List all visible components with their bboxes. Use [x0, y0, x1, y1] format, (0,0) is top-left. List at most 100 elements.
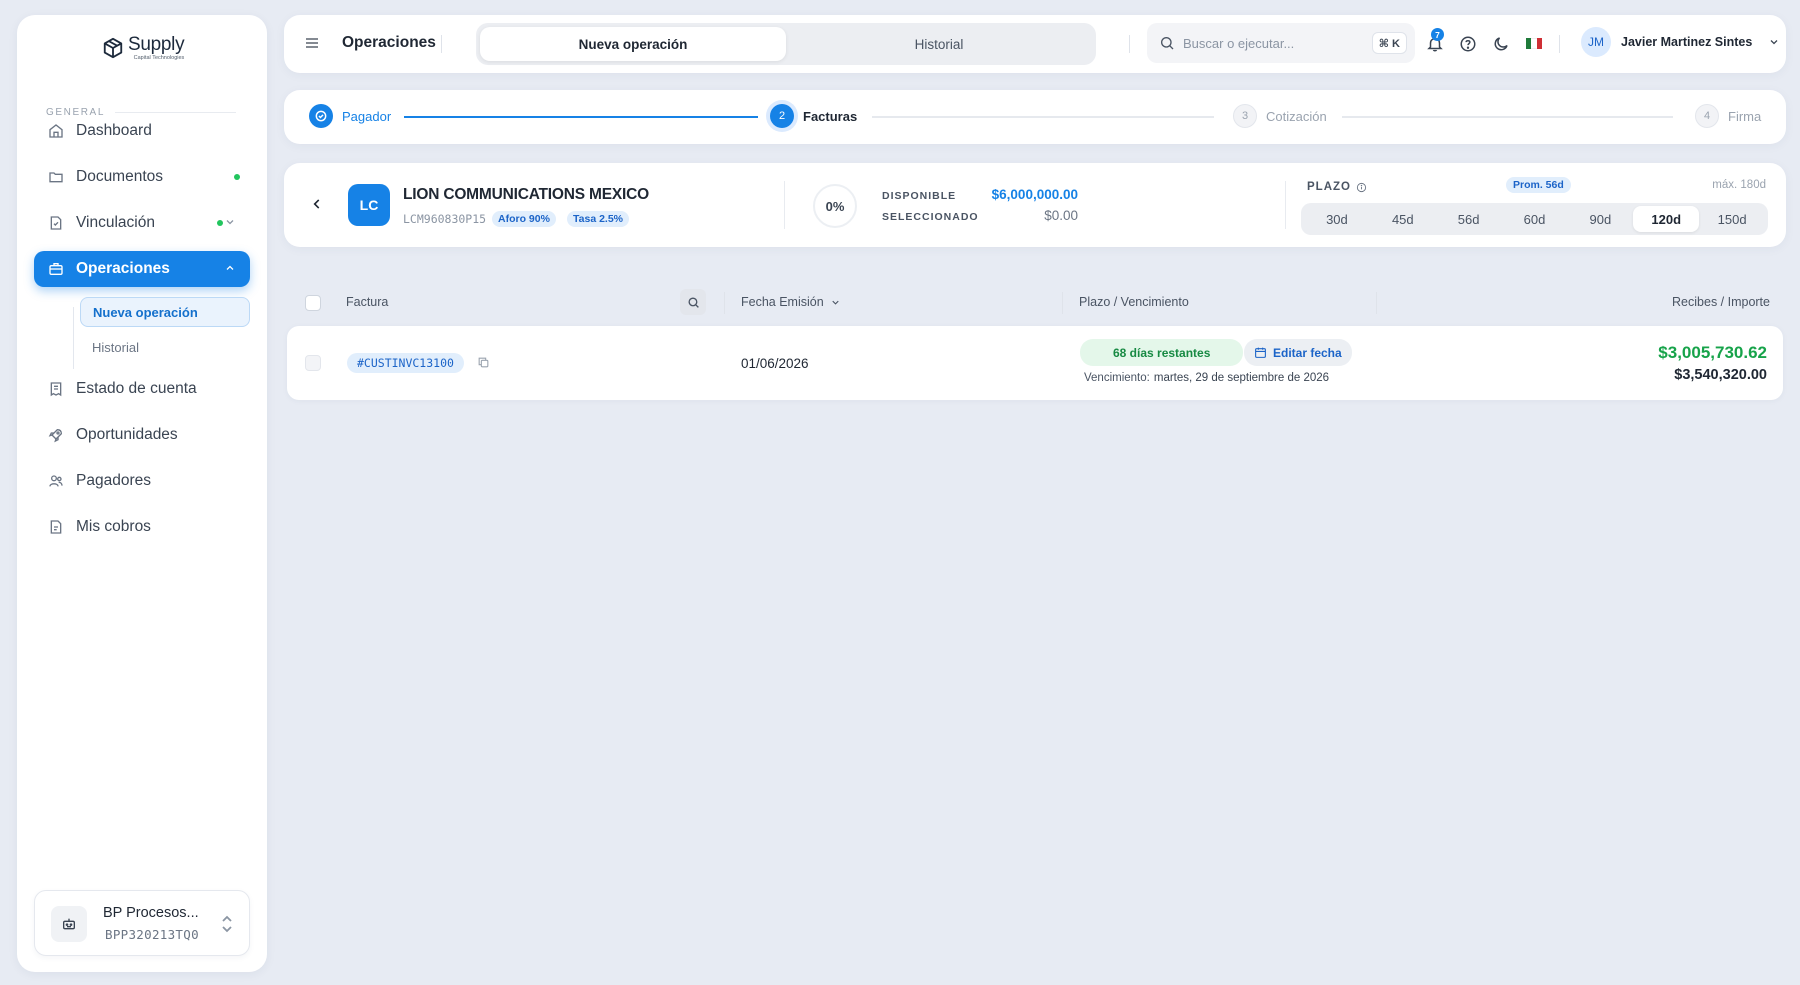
check-circle-icon [309, 104, 333, 128]
sidebar-item-dashboard[interactable]: Dashboard [34, 113, 250, 149]
step-connector [872, 116, 1214, 118]
plazo-selector: 30d 45d 56d 60d 90d 120d 150d [1301, 203, 1768, 235]
plazo-option-30d[interactable]: 30d [1304, 206, 1370, 232]
briefcase-icon [48, 261, 64, 277]
shortcut-hint: ⌘ K [1371, 32, 1407, 54]
plazo-option-60d[interactable]: 60d [1502, 206, 1568, 232]
row-checkbox[interactable] [305, 355, 321, 371]
sidebar-item-pagadores[interactable]: Pagadores [34, 463, 250, 499]
days-remaining-badge: 68 días restantes [1080, 339, 1244, 366]
operation-tabs: Nueva operación Historial [476, 23, 1096, 65]
plazo-max: máx. 180d [1712, 179, 1766, 191]
plazo-option-120d[interactable]: 120d [1633, 206, 1700, 232]
column-divider [724, 292, 725, 314]
sidebar-item-label: Oportunidades [76, 426, 178, 443]
plazo-option-45d[interactable]: 45d [1370, 206, 1436, 232]
step-number: 4 [1695, 104, 1719, 128]
plazo-average-badge: Prom. 56d [1506, 177, 1571, 193]
step-number: 3 [1233, 104, 1257, 128]
progress-stepper: Pagador 2 Facturas 3 Cotización 4 Firma [284, 90, 1786, 144]
aforo-badge: Aforo 90% [492, 211, 556, 227]
status-dot [234, 174, 240, 180]
select-all-checkbox[interactable] [305, 295, 321, 311]
divider [441, 35, 442, 53]
info-icon[interactable] [1356, 182, 1367, 193]
gross-amount: $3,540,320.00 [1674, 367, 1767, 383]
receipt-icon [48, 381, 64, 397]
table-row[interactable]: #CUSTINVC13100 01/06/2026 68 días restan… [287, 326, 1783, 400]
chevron-up-icon [226, 265, 234, 270]
step-cotizacion[interactable]: 3 Cotización [1233, 104, 1327, 128]
tab-historial[interactable]: Historial [786, 27, 1092, 61]
subnav-item-nueva-operacion[interactable]: Nueva operación [80, 297, 250, 327]
home-icon [48, 123, 64, 139]
chevron-updown-icon [222, 915, 232, 933]
subnav-item-historial[interactable]: Historial [80, 332, 250, 362]
account-name: BP Procesos... [103, 905, 199, 921]
disponible-label: DISPONIBLE [882, 190, 957, 202]
chevron-left-icon[interactable] [310, 197, 324, 211]
issue-date: 01/06/2026 [741, 356, 809, 371]
user-menu[interactable]: JM Javier Martinez Sintes [1581, 27, 1780, 57]
step-label: Firma [1728, 108, 1762, 124]
mexico-flag-icon[interactable] [1526, 38, 1542, 49]
payer-avatar: LC [348, 184, 390, 226]
document-icon [48, 519, 64, 535]
step-pagador[interactable]: Pagador [309, 104, 391, 128]
folder-icon [48, 169, 64, 185]
chevron-down-icon [226, 220, 234, 225]
chevron-down-icon [832, 300, 839, 305]
logo[interactable]: Supply Capital Technologies [102, 35, 185, 62]
net-amount: $3,005,730.62 [1658, 343, 1767, 362]
calendar-icon [1255, 347, 1266, 358]
step-firma[interactable]: 4 Firma [1695, 104, 1761, 128]
menu-icon[interactable] [304, 35, 320, 51]
selection-percent-ring: 0% [813, 184, 857, 228]
sidebar-item-vinculacion[interactable]: Vinculación [34, 205, 250, 241]
top-bar: Operaciones Nueva operación Historial ⌘ … [284, 15, 1786, 73]
disponible-value: $6,000,000.00 [991, 187, 1078, 202]
edit-date-button[interactable]: Editar fecha [1244, 339, 1352, 366]
column-header-importe[interactable]: Recibes / Importe [1672, 295, 1770, 309]
seleccionado-value: $0.00 [1044, 208, 1078, 223]
step-facturas[interactable]: 2 Facturas [770, 104, 857, 128]
divider [1285, 181, 1286, 229]
sidebar-item-mis-cobros[interactable]: Mis cobros [34, 509, 250, 545]
sidebar-item-oportunidades[interactable]: Oportunidades [34, 417, 250, 453]
search-icon[interactable] [680, 289, 706, 315]
step-connector [1342, 116, 1673, 118]
sidebar-item-estado-de-cuenta[interactable]: Estado de cuenta [34, 371, 250, 407]
sidebar-item-operaciones[interactable]: Operaciones [34, 251, 250, 287]
sidebar-item-documentos[interactable]: Documentos [34, 159, 250, 195]
account-switcher[interactable]: BP Procesos... BPP320213TQ0 [34, 890, 250, 956]
status-dot [217, 220, 223, 226]
user-name: Javier Martinez Sintes [1621, 35, 1753, 49]
sidebar-item-label: Pagadores [76, 472, 151, 489]
cube-logo-icon [103, 38, 123, 59]
notification-badge: 7 [1431, 28, 1444, 41]
plazo-option-90d[interactable]: 90d [1567, 206, 1633, 232]
tasa-badge: Tasa 2.5% [567, 211, 630, 227]
column-header-factura[interactable]: Factura [346, 295, 388, 309]
users-icon [48, 473, 64, 489]
payer-name: LION COMMUNICATIONS MEXICO [403, 186, 649, 203]
subnav-guide [73, 307, 74, 369]
sidebar-item-label: Mis cobros [76, 518, 151, 535]
payer-summary-card: LC LION COMMUNICATIONS MEXICO LCM960830P… [284, 163, 1786, 247]
rocket-icon [48, 427, 64, 443]
help-icon[interactable] [1459, 35, 1477, 53]
column-header-fecha[interactable]: Fecha Emisión [741, 295, 841, 309]
moon-icon[interactable] [1492, 35, 1510, 53]
search-input[interactable] [1183, 35, 1353, 51]
copy-icon[interactable] [477, 356, 490, 369]
column-header-plazo[interactable]: Plazo / Vencimiento [1079, 295, 1189, 309]
bot-icon [51, 906, 87, 942]
tab-nueva-operacion[interactable]: Nueva operación [480, 27, 786, 61]
sidebar-item-label: Dashboard [76, 122, 152, 139]
logo-subtitle: Capital Technologies [133, 55, 185, 61]
sidebar-item-label: Documentos [76, 168, 164, 185]
invoice-code[interactable]: #CUSTINVC13100 [347, 353, 464, 373]
search-box: ⌘ K [1147, 23, 1415, 63]
plazo-option-56d[interactable]: 56d [1436, 206, 1502, 232]
plazo-option-150d[interactable]: 150d [1699, 206, 1765, 232]
